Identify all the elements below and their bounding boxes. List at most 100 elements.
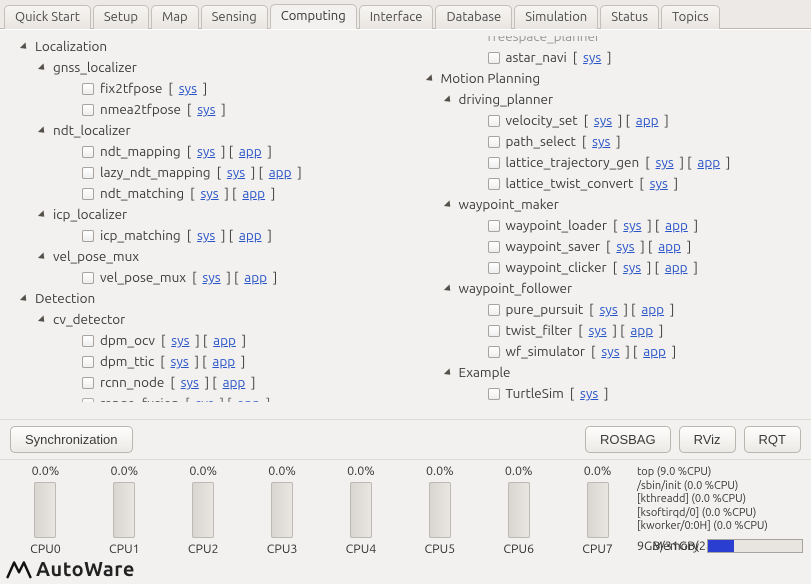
link-sys[interactable]: sys <box>197 225 215 246</box>
link-sys[interactable]: sys <box>195 393 213 402</box>
link-sys[interactable]: sys <box>171 330 189 351</box>
tab-simulation[interactable]: Simulation <box>514 5 598 29</box>
checkbox-fix2tfpose[interactable] <box>82 83 94 95</box>
twisty-icon[interactable] <box>425 74 434 83</box>
link-app[interactable]: app <box>641 299 664 320</box>
tab-map[interactable]: Map <box>151 5 199 29</box>
link-sys[interactable]: sys <box>202 267 220 288</box>
checkbox-dpm-ttic[interactable] <box>82 356 94 368</box>
checkbox-twist-filter[interactable] <box>488 325 500 337</box>
link-sys[interactable]: sys <box>592 131 610 152</box>
link-app[interactable]: app <box>242 183 265 204</box>
link-app[interactable]: app <box>239 225 262 246</box>
checkbox-waypoint-loader[interactable] <box>488 220 500 232</box>
twisty-icon[interactable] <box>443 368 452 377</box>
link-sys[interactable]: sys <box>623 257 641 278</box>
link-sys[interactable]: sys <box>623 215 641 236</box>
checkbox-lattice-twist-convert[interactable] <box>488 178 500 190</box>
twisty-icon[interactable] <box>38 252 47 261</box>
twisty-icon[interactable] <box>38 126 47 135</box>
checkbox-velocity-set[interactable] <box>488 115 500 127</box>
tab-database[interactable]: Database <box>435 5 512 29</box>
synchronization-button[interactable]: Synchronization <box>10 426 133 453</box>
checkbox-pure-pursuit[interactable] <box>488 304 500 316</box>
tab-quick-start[interactable]: Quick Start <box>4 5 91 29</box>
twisty-icon[interactable] <box>20 42 29 51</box>
logo-row: AutoWare <box>0 555 811 584</box>
link-app[interactable]: app <box>237 393 260 402</box>
link-app[interactable]: app <box>658 236 681 257</box>
link-sys[interactable]: sys <box>171 351 189 372</box>
item-dpm-ttic: dpm_ttic <box>100 351 154 372</box>
link-sys[interactable]: sys <box>650 173 668 194</box>
checkbox-astar-navi[interactable] <box>488 52 500 64</box>
link-app[interactable]: app <box>665 215 688 236</box>
twisty-icon[interactable] <box>443 200 452 209</box>
twisty-icon[interactable] <box>38 210 47 219</box>
rosbag-button[interactable]: ROSBAG <box>585 426 671 453</box>
link-app[interactable]: app <box>212 351 235 372</box>
checkbox-turtlesim[interactable] <box>488 388 500 400</box>
link-sys[interactable]: sys <box>599 299 617 320</box>
tab-computing[interactable]: Computing <box>270 4 357 29</box>
item-vel-pose-mux: vel_pose_mux <box>100 267 186 288</box>
checkbox-dpm-ocv[interactable] <box>82 335 94 347</box>
subgroup-cv-detector: cv_detector <box>53 309 125 330</box>
tab-interface[interactable]: Interface <box>359 5 434 29</box>
group-detection: Detection <box>35 288 95 309</box>
checkbox-range-fusion[interactable] <box>82 398 94 403</box>
link-sys[interactable]: sys <box>594 110 612 131</box>
link-app[interactable]: app <box>643 341 666 362</box>
checkbox-rcnn-node[interactable] <box>82 377 94 389</box>
checkbox-waypoint-saver[interactable] <box>488 241 500 253</box>
checkbox-ndt-mapping[interactable] <box>82 146 94 158</box>
rqt-button[interactable]: RQT <box>744 426 801 453</box>
twisty-icon[interactable] <box>38 315 47 324</box>
link-app[interactable]: app <box>239 141 262 162</box>
checkbox-lattice-trajectory-gen[interactable] <box>488 157 500 169</box>
tab-setup[interactable]: Setup <box>93 5 149 29</box>
checkbox-icp-matching[interactable] <box>82 230 94 242</box>
checkbox-ndt-matching[interactable] <box>82 188 94 200</box>
twisty-icon[interactable] <box>443 284 452 293</box>
link-sys[interactable]: sys <box>197 99 215 120</box>
checkbox-waypoint-clicker[interactable] <box>488 262 500 274</box>
link-app[interactable]: app <box>213 330 236 351</box>
link-app[interactable]: app <box>630 320 653 341</box>
checkbox-path-select[interactable] <box>488 136 500 148</box>
tab-status[interactable]: Status <box>600 5 659 29</box>
link-sys[interactable]: sys <box>580 383 598 402</box>
memory-bar <box>707 539 803 553</box>
link-app[interactable]: app <box>269 162 292 183</box>
link-sys[interactable]: sys <box>181 372 199 393</box>
memory-label: Memory <box>652 539 699 553</box>
link-sys[interactable]: sys <box>588 320 606 341</box>
link-sys[interactable]: sys <box>616 236 634 257</box>
twisty-icon[interactable] <box>38 63 47 72</box>
link-sys[interactable]: sys <box>197 141 215 162</box>
link-app[interactable]: app <box>665 257 688 278</box>
link-sys[interactable]: sys <box>583 47 601 68</box>
item-pure-pursuit: pure_pursuit <box>506 299 584 320</box>
link-sys[interactable]: sys <box>227 162 245 183</box>
link-app[interactable]: app <box>223 372 246 393</box>
link-sys[interactable]: sys <box>601 341 619 362</box>
link-sys[interactable]: sys <box>200 183 218 204</box>
link-sys[interactable]: sys <box>179 78 197 99</box>
checkbox-wf-simulator[interactable] <box>488 346 500 358</box>
tab-sensing[interactable]: Sensing <box>201 5 268 29</box>
link-sys[interactable]: sys <box>656 152 674 173</box>
checkbox-vel-pose-mux[interactable] <box>82 272 94 284</box>
twisty-icon[interactable] <box>443 95 452 104</box>
item-waypoint-loader: waypoint_loader <box>506 215 607 236</box>
link-app[interactable]: app <box>244 267 267 288</box>
link-app[interactable]: app <box>697 152 720 173</box>
twisty-icon[interactable] <box>20 294 29 303</box>
checkbox-lazy-ndt-mapping[interactable] <box>82 167 94 179</box>
rviz-button[interactable]: RViz <box>679 426 736 453</box>
link-app[interactable]: app <box>636 110 659 131</box>
subgroup-waypoint-maker: waypoint_maker <box>459 194 559 215</box>
checkbox-nmea2tfpose[interactable] <box>82 104 94 116</box>
tab-topics[interactable]: Topics <box>661 5 720 29</box>
item-lattice-trajectory-gen: lattice_trajectory_gen <box>506 152 640 173</box>
